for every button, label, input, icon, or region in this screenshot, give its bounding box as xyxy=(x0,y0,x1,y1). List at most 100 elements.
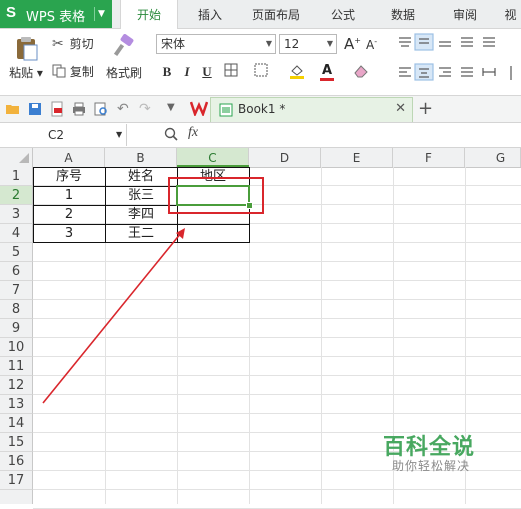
gridline xyxy=(321,167,322,504)
watermark-subtitle: 助你轻松解决 xyxy=(392,459,471,473)
cell-b3[interactable]: 李四 xyxy=(105,205,177,224)
document-tab[interactable]: Book1 * ✕ xyxy=(210,97,413,122)
annotation-highlight-box xyxy=(168,177,264,214)
font-name-select[interactable]: 宋体 ▼ xyxy=(156,34,276,54)
customize-toolbar-icon[interactable]: ▼ xyxy=(167,102,183,118)
gridline xyxy=(33,356,521,357)
spreadsheet-file-icon xyxy=(219,103,233,117)
close-icon[interactable]: ✕ xyxy=(395,101,406,116)
cut-label: 剪切 xyxy=(69,37,94,51)
scissors-icon: ✂ xyxy=(52,36,64,52)
row-header-3[interactable]: 3 xyxy=(0,205,33,224)
new-tab-icon[interactable]: + xyxy=(418,98,433,119)
row-header-11[interactable]: 11 xyxy=(0,357,33,376)
font-size-select[interactable]: 12 ▼ xyxy=(279,34,337,54)
font-color-icon: A xyxy=(321,63,333,78)
tab-home[interactable]: 开始 xyxy=(120,0,178,29)
chevron-down-icon: ▼ xyxy=(265,39,272,48)
gridline xyxy=(33,394,521,395)
row-header-4[interactable]: 4 xyxy=(0,224,33,243)
column-header-b[interactable]: B xyxy=(105,148,177,167)
row-header-14[interactable]: 14 xyxy=(0,414,33,433)
cell-style-button[interactable] xyxy=(252,63,270,81)
cell-a4[interactable]: 3 xyxy=(33,224,105,243)
print-preview-icon[interactable] xyxy=(93,101,109,117)
gridline xyxy=(33,413,521,414)
zoom-search-icon[interactable] xyxy=(163,126,179,142)
name-box-value: C2 xyxy=(48,128,65,142)
row-header-17[interactable]: 17 xyxy=(0,471,33,490)
font-color-button[interactable]: A xyxy=(318,62,336,81)
row-header-10[interactable]: 10 xyxy=(0,338,33,357)
eraser-icon xyxy=(354,65,368,78)
cell-a1[interactable]: 序号 xyxy=(33,167,105,186)
row-header-overflow xyxy=(0,490,33,504)
corner-triangle-icon xyxy=(19,153,29,163)
row-header-13[interactable]: 13 xyxy=(0,395,33,414)
borders-button[interactable] xyxy=(222,63,240,81)
cell-b1[interactable]: 姓名 xyxy=(105,167,177,186)
insert-function-button[interactable]: fx xyxy=(188,125,198,141)
bold-button[interactable]: B xyxy=(158,63,176,81)
cell-a3[interactable]: 2 xyxy=(33,205,105,224)
chevron-down-icon: ▼ xyxy=(116,130,123,139)
row-header-5[interactable]: 5 xyxy=(0,243,33,262)
gridline xyxy=(33,375,521,376)
app-menu-button[interactable]: S WPS 表格 ▼ xyxy=(0,0,112,28)
underline-button[interactable]: U xyxy=(198,63,216,81)
fill-color-button[interactable] xyxy=(288,63,306,81)
row-header-9[interactable]: 9 xyxy=(0,319,33,338)
app-name: WPS 表格 xyxy=(26,10,86,25)
print-icon[interactable] xyxy=(71,101,87,117)
row-header-12[interactable]: 12 xyxy=(0,376,33,395)
cell-b4[interactable]: 王二 xyxy=(105,224,177,243)
column-header-f[interactable]: F xyxy=(393,148,465,167)
row-header-6[interactable]: 6 xyxy=(0,262,33,281)
column-header-e[interactable]: E xyxy=(321,148,393,167)
row-header-16[interactable]: 16 xyxy=(0,452,33,471)
column-header-g[interactable]: G xyxy=(465,148,521,167)
border-grid-icon xyxy=(224,63,238,77)
tab-view[interactable]: 视 xyxy=(500,0,521,28)
grow-font-button[interactable]: A+ xyxy=(344,35,361,53)
redo-icon[interactable]: ↷ xyxy=(139,101,155,117)
undo-icon[interactable]: ↶ xyxy=(117,101,133,117)
shrink-font-label: A xyxy=(366,38,375,52)
tab-data[interactable]: 数据 xyxy=(380,0,426,28)
column-header-a[interactable]: A xyxy=(33,148,105,167)
row-header-1[interactable]: 1 xyxy=(0,167,33,186)
paste-label: 粘贴 xyxy=(9,66,34,80)
save-icon[interactable] xyxy=(27,101,43,117)
cell-a2[interactable]: 1 xyxy=(33,186,105,205)
italic-button[interactable]: I xyxy=(178,63,196,81)
gridline xyxy=(33,318,521,319)
copy-button[interactable]: 复制 xyxy=(52,63,102,81)
tab-insert[interactable]: 插入 xyxy=(184,0,236,28)
formula-input[interactable] xyxy=(216,124,521,146)
brush-icon xyxy=(113,34,134,57)
row-header-15[interactable]: 15 xyxy=(0,433,33,452)
cell-style-icon xyxy=(254,63,268,77)
format-painter-label: 格式刷 xyxy=(105,66,142,80)
font-name-value: 宋体 xyxy=(161,37,186,51)
cell-b2[interactable]: 张三 xyxy=(105,186,177,205)
shrink-font-button[interactable]: A- xyxy=(366,37,382,55)
row-header-2[interactable]: 2 xyxy=(0,186,33,205)
paste-button[interactable]: 粘贴 ▾ xyxy=(8,34,44,84)
row-header-7[interactable]: 7 xyxy=(0,281,33,300)
cut-button[interactable]: ✂ 剪切 xyxy=(52,35,102,53)
select-all-corner[interactable] xyxy=(0,148,33,167)
tab-formulas[interactable]: 公式 xyxy=(320,0,366,28)
column-header-d[interactable]: D xyxy=(249,148,321,167)
name-box[interactable]: C2 ▼ xyxy=(0,124,127,146)
clear-format-button[interactable] xyxy=(352,63,370,81)
row-header-8[interactable]: 8 xyxy=(0,300,33,319)
format-painter-button[interactable]: 格式刷 xyxy=(104,34,144,84)
open-folder-icon[interactable] xyxy=(5,101,21,117)
font-size-value: 12 xyxy=(284,37,300,51)
export-pdf-icon[interactable] xyxy=(49,101,65,117)
tab-review[interactable]: 审阅 xyxy=(442,0,488,28)
gridline xyxy=(33,261,521,262)
clipboard-icon xyxy=(17,37,38,61)
tab-page-layout[interactable]: 页面布局 xyxy=(244,0,308,28)
